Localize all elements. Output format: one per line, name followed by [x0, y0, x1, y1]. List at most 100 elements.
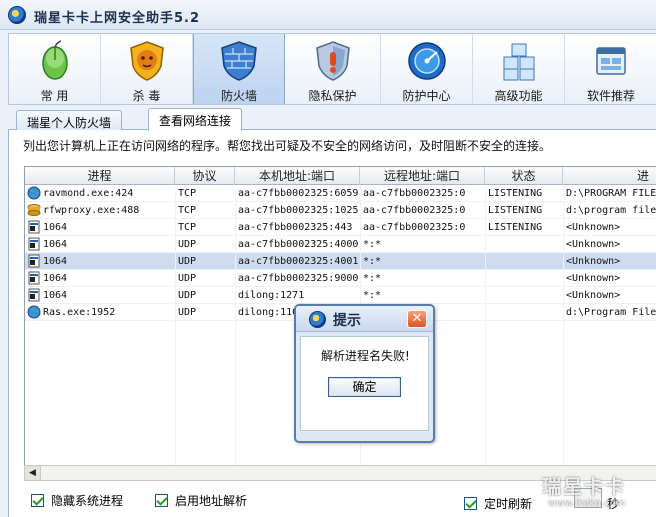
dialog-title: 提示 — [333, 313, 361, 329]
toolbar-label: 防火墙 — [220, 89, 257, 103]
cell-protocol: TCP — [178, 205, 197, 216]
cell-state — [485, 270, 563, 287]
software-window-icon — [596, 47, 626, 75]
checkbox-checked-icon — [155, 494, 168, 507]
table-header: 进程 协议 本机地址:端口 远程地址:端口 状态 进 — [25, 167, 656, 185]
panel-description: 列出您计算机上正在访问网络的程序。帮您找出可疑及不安全的网络访问，及时阻断不安全… — [23, 139, 552, 153]
cell-process: Ras.exe:1952 — [43, 307, 116, 318]
cell-process: ravmond.exe:424 — [43, 188, 134, 199]
watermark: 瑞星卡卡 www.ikaka.com — [532, 470, 652, 514]
toolbar-button-firewall[interactable]: 防火墙 — [193, 34, 285, 104]
cell-protocol: TCP — [178, 188, 197, 199]
cell-state — [485, 304, 563, 321]
column-header-protocol[interactable]: 协议 — [175, 167, 235, 185]
resolve-address-checkbox[interactable]: 启用地址解析 — [155, 492, 247, 509]
cell-process: 1064 — [43, 256, 68, 267]
main-toolbar: 常 用 杀 毒 防火墙 隐私保护 防护中心 高级功能 软件推荐 — [8, 33, 656, 105]
cell-path: <Unknown> — [566, 239, 621, 250]
cell-remote-address: aa-c7fbb0002325:0 — [363, 188, 466, 199]
toolbar-button-advanced[interactable]: 高级功能 — [473, 34, 565, 104]
tab-network-connections[interactable]: 查看网络连接 — [148, 108, 243, 131]
cell-process: rfwproxy.exe:488 — [43, 205, 140, 216]
table-row[interactable]: 1064 UDP aa-c7fbb0002325:4001 *:* <Unknown> — [25, 253, 656, 270]
auto-refresh-checkbox[interactable]: 定时刷新 — [464, 495, 532, 512]
column-header-local-address[interactable]: 本机地址:端口 — [235, 167, 360, 185]
cell-local-address: aa-c7fbb0002325:443 — [238, 222, 353, 233]
tab-personal-firewall[interactable]: 瑞星个人防火墙 — [16, 110, 123, 131]
scroll-left-arrow-icon[interactable]: ◀ — [25, 466, 41, 480]
table-row[interactable]: 1064 UDP dilong:1271 *:* <Unknown> — [25, 287, 656, 304]
column-header-path[interactable]: 进 — [563, 167, 656, 185]
close-icon[interactable]: ✕ — [407, 310, 427, 328]
tab-bar: 瑞星个人防火墙 查看网络连接 — [8, 106, 656, 131]
cell-protocol: UDP — [178, 307, 197, 318]
column-divider — [175, 185, 176, 479]
firewall-icon — [221, 41, 257, 81]
cell-state — [485, 287, 563, 304]
cell-process: 1064 — [43, 222, 68, 233]
toolbar-label: 隐私保护 — [308, 89, 357, 103]
cell-state: LISTENING — [488, 222, 543, 233]
rising-logo-icon — [8, 6, 26, 24]
ok-button[interactable]: 确定 — [328, 377, 401, 397]
checkbox-label: 定时刷新 — [484, 497, 533, 511]
watermark-url: www.ikaka.com — [548, 498, 626, 509]
column-header-state[interactable]: 状态 — [485, 167, 563, 185]
cell-remote-address: *:* — [363, 273, 382, 284]
column-header-process[interactable]: 进程 — [25, 167, 175, 185]
cell-state: LISTENING — [488, 205, 543, 216]
column-divider — [563, 185, 564, 479]
cell-state — [485, 253, 563, 270]
checkbox-checked-icon — [31, 494, 44, 507]
rising-logo-icon — [309, 311, 326, 328]
toolbar-label: 软件推荐 — [586, 89, 635, 103]
cell-protocol: UDP — [178, 290, 197, 301]
table-row[interactable]: 1064 TCP aa-c7fbb0002325:443 aa-c7fbb000232… — [25, 219, 656, 236]
cell-protocol: UDP — [178, 256, 197, 267]
cell-path: d:\Program File — [566, 307, 656, 318]
main-window: 瑞星卡卡上网安全助手5.2 常 用 杀 毒 防火墙 隐私保护 防护中心 高级功能… — [0, 0, 656, 517]
cell-path: <Unknown> — [566, 290, 621, 301]
watermark-brand: 瑞星卡卡 — [542, 476, 627, 498]
cell-remote-address: aa-c7fbb0002325:0 — [363, 222, 466, 233]
toolbar-button-privacy[interactable]: 隐私保护 — [285, 34, 381, 104]
mouse-icon — [41, 40, 68, 80]
toolbar-button-antivirus[interactable]: 杀 毒 — [101, 34, 193, 104]
cell-local-address: dilong:1271 — [238, 290, 305, 301]
dialog-title-bar: 提示 ✕ — [296, 306, 433, 332]
cell-protocol: UDP — [178, 273, 197, 284]
title-bar: 瑞星卡卡上网安全助手5.2 — [0, 0, 656, 30]
cell-protocol: UDP — [178, 239, 197, 250]
cell-path: D:\PROGRAM FILE — [566, 188, 656, 199]
lion-shield-icon — [129, 41, 164, 81]
checkbox-checked-icon — [464, 497, 477, 510]
table-row[interactable]: rfwproxy.exe:488 TCP aa-c7fbb0002325:1025 a… — [25, 202, 656, 219]
cell-remote-address: *:* — [363, 290, 382, 301]
table-row[interactable]: ravmond.exe:424 TCP aa-c7fbb0002325:6059 aa… — [25, 185, 656, 202]
cell-path: <Unknown> — [566, 222, 621, 233]
checkbox-label: 隐藏系统进程 — [51, 494, 124, 508]
protection-center-icon — [407, 42, 446, 80]
alert-dialog: 提示 ✕ 解析进程名失败! 确定 — [294, 304, 435, 443]
hide-system-process-checkbox[interactable]: 隐藏系统进程 — [31, 492, 123, 509]
toolbar-label: 高级功能 — [494, 89, 543, 103]
cell-local-address: aa-c7fbb0002325:4001 — [238, 256, 359, 267]
cell-protocol: TCP — [178, 222, 197, 233]
cell-process: 1064 — [43, 273, 68, 284]
cell-local-address: aa-c7fbb0002325:9000 — [238, 273, 359, 284]
window-title: 瑞星卡卡上网安全助手5.2 — [34, 11, 201, 26]
cell-path: d:\program file — [566, 205, 656, 216]
cell-local-address: aa-c7fbb0002325:1025 — [238, 205, 359, 216]
cell-remote-address: *:* — [363, 256, 382, 267]
cell-local-address: aa-c7fbb0002325:6059 — [238, 188, 359, 199]
cell-process: 1064 — [43, 290, 68, 301]
table-row[interactable]: 1064 UDP aa-c7fbb0002325:9000 *:* <Unknown> — [25, 270, 656, 287]
table-row[interactable]: 1064 UDP aa-c7fbb0002325:4000 *:* <Unknown> — [25, 236, 656, 253]
cell-local-address: aa-c7fbb0002325:4000 — [238, 239, 359, 250]
toolbar-button-protection-center[interactable]: 防护中心 — [381, 34, 473, 104]
column-header-remote-address[interactable]: 远程地址:端口 — [360, 167, 485, 185]
toolbar-button-software[interactable]: 软件推荐 — [565, 34, 656, 104]
toolbar-label: 常 用 — [40, 89, 69, 103]
dialog-message: 解析进程名失败! — [321, 349, 410, 363]
toolbar-button-common[interactable]: 常 用 — [9, 34, 101, 104]
